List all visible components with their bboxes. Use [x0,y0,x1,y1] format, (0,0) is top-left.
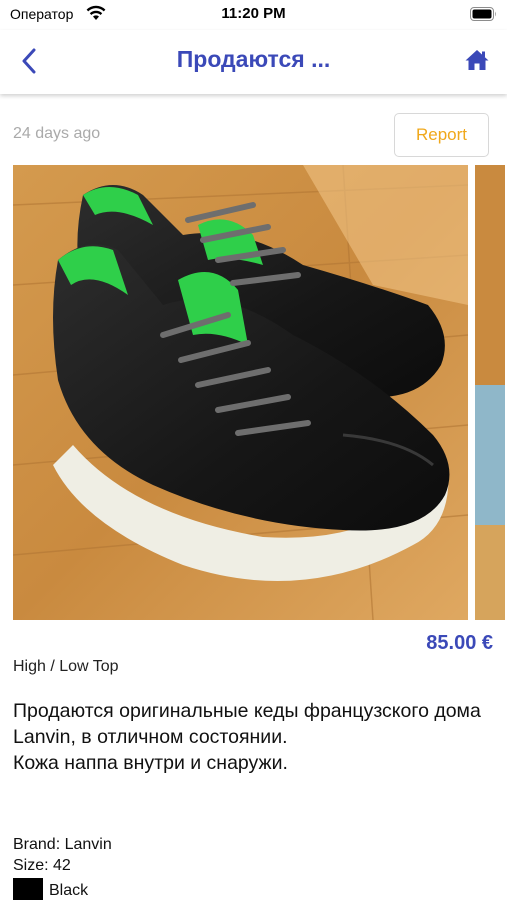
brand-label: Brand: Lanvin [13,836,112,853]
battery-icon [470,7,496,21]
home-button[interactable] [463,46,491,74]
status-bar: Оператор 11:20 PM [0,0,507,30]
size-label: Size: 42 [13,857,71,874]
product-photo[interactable] [13,165,468,620]
color-label: Black [49,881,89,899]
navigation-bar: Продаются ... [0,30,507,94]
category-label: High / Low Top [13,658,119,675]
photo-carousel[interactable] [13,165,507,620]
page-title: Продаются ... [176,46,331,72]
posted-date: 24 days ago [13,125,101,142]
color-swatch [13,878,43,900]
home-icon [465,50,489,70]
price: 85.00 € [426,632,493,654]
next-photo-preview[interactable] [475,165,505,620]
description: Продаются оригинальные кеды французского… [13,700,481,774]
back-button[interactable] [14,46,44,76]
chevron-left-icon [22,48,36,74]
clock: 11:20 PM [221,5,286,22]
product-details: Brand: Lanvin Size: 42 Black [13,834,112,900]
color-row: Black [13,878,112,900]
report-button[interactable]: Report [394,113,489,157]
